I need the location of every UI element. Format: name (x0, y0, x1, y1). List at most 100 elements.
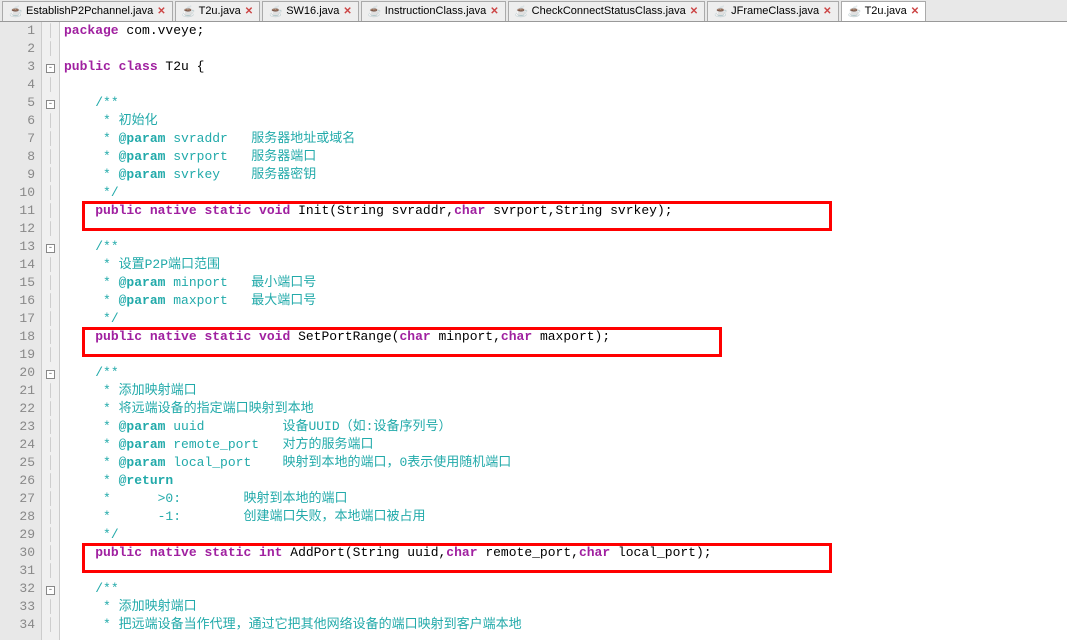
comment: remote_port 对方的服务端口 (165, 437, 373, 452)
fold-toggle-icon[interactable]: - (46, 244, 55, 253)
params: local_port); (610, 545, 711, 560)
line-number: 15 (0, 274, 35, 292)
fold-cell: │ (42, 40, 59, 58)
editor-container: 1234567891011121314151617181920212223242… (0, 22, 1067, 640)
line-number: 23 (0, 418, 35, 436)
comment: * >0: 映射到本地的端口 (95, 491, 347, 506)
method-sig: Init(String svraddr, (290, 203, 454, 218)
line-number: 5 (0, 94, 35, 112)
javadoc-tag: @param (119, 419, 166, 434)
tabs-bar: ☕ EstablishP2Pchannel.java ✕ ☕ T2u.java … (0, 0, 1067, 22)
fold-toggle-icon[interactable]: - (46, 100, 55, 109)
close-icon[interactable]: ✕ (343, 6, 351, 17)
comment: * (95, 437, 118, 452)
tab-label: SW16.java (286, 5, 339, 17)
javadoc-tag: @param (119, 437, 166, 452)
fold-cell: │ (42, 544, 59, 562)
fold-cell: - (42, 580, 59, 598)
keyword-public: public (64, 59, 111, 74)
line-number: 9 (0, 166, 35, 184)
code-area[interactable]: package com.vveye; public class T2u { /*… (60, 22, 1067, 640)
javadoc-tag: @param (119, 275, 166, 290)
line-number: 11 (0, 202, 35, 220)
fold-cell: │ (42, 76, 59, 94)
tab-sw16[interactable]: ☕ SW16.java ✕ (262, 1, 359, 21)
fold-cell: │ (42, 112, 59, 130)
close-icon[interactable]: ✕ (245, 6, 253, 17)
line-number: 12 (0, 220, 35, 238)
params: maxport); (532, 329, 610, 344)
tab-instruction-class[interactable]: ☕ InstructionClass.java ✕ (361, 1, 506, 21)
fold-cell: │ (42, 148, 59, 166)
line-number: 32 (0, 580, 35, 598)
fold-gutter: ││-│-│││││││-││││││-│││││││││││-││ (42, 22, 60, 640)
keyword: int (251, 545, 282, 560)
comment: maxport 最大端口号 (165, 293, 316, 308)
comment: * 添加映射端口 (95, 383, 196, 398)
tab-jframe-class[interactable]: ☕ JFrameClass.java ✕ (707, 1, 838, 21)
comment: svrport 服务器端口 (165, 149, 316, 164)
fold-toggle-icon[interactable]: - (46, 370, 55, 379)
fold-cell: │ (42, 292, 59, 310)
close-icon[interactable]: ✕ (157, 6, 165, 17)
fold-toggle-icon[interactable]: - (46, 64, 55, 73)
java-file-icon: ☕ (368, 4, 382, 18)
keyword: char (501, 329, 532, 344)
keyword: public (95, 203, 142, 218)
line-number: 14 (0, 256, 35, 274)
fold-cell: │ (42, 508, 59, 526)
comment: * (95, 275, 118, 290)
comment: * -1: 创建端口失败，本地端口被占用 (95, 509, 425, 524)
line-number: 27 (0, 490, 35, 508)
package-name: com.vveye; (119, 23, 205, 38)
keyword: static (197, 329, 252, 344)
fold-cell: │ (42, 22, 59, 40)
comment: * 初始化 (95, 113, 157, 128)
tab-check-connect[interactable]: ☕ CheckConnectStatusClass.java ✕ (508, 1, 705, 21)
fold-toggle-icon[interactable]: - (46, 586, 55, 595)
params: minport, (431, 329, 501, 344)
keyword: public (95, 329, 142, 344)
fold-cell: │ (42, 202, 59, 220)
fold-cell: │ (42, 400, 59, 418)
line-number: 21 (0, 382, 35, 400)
close-icon[interactable]: ✕ (823, 6, 831, 17)
tab-t2u-active[interactable]: ☕ T2u.java ✕ (841, 1, 927, 21)
close-icon[interactable]: ✕ (911, 6, 919, 17)
comment: * (95, 131, 118, 146)
fold-cell: │ (42, 184, 59, 202)
keyword: char (579, 545, 610, 560)
line-number: 22 (0, 400, 35, 418)
comment: * (95, 167, 118, 182)
comment: * (95, 293, 118, 308)
javadoc-tag: @param (119, 293, 166, 308)
method-sig: AddPort(String uuid, (282, 545, 446, 560)
class-name: T2u { (158, 59, 205, 74)
line-number: 18 (0, 328, 35, 346)
comment: */ (95, 185, 118, 200)
java-file-icon: ☕ (848, 4, 862, 18)
comment: /** (95, 95, 118, 110)
comment: * 把远端设备当作代理，通过它把其他网络设备的端口映射到客户端本地 (95, 617, 521, 632)
tab-establish-p2p[interactable]: ☕ EstablishP2Pchannel.java ✕ (2, 1, 173, 21)
keyword: char (454, 203, 485, 218)
line-number: 34 (0, 616, 35, 634)
comment: * 将远端设备的指定端口映射到本地 (95, 401, 313, 416)
fold-cell: │ (42, 130, 59, 148)
javadoc-tag: @param (119, 167, 166, 182)
comment: * (95, 149, 118, 164)
line-number: 20 (0, 364, 35, 382)
line-number: 6 (0, 112, 35, 130)
close-icon[interactable]: ✕ (690, 6, 698, 17)
fold-cell: │ (42, 436, 59, 454)
line-number: 13 (0, 238, 35, 256)
line-number: 16 (0, 292, 35, 310)
close-icon[interactable]: ✕ (490, 6, 498, 17)
line-number: 19 (0, 346, 35, 364)
fold-cell: │ (42, 256, 59, 274)
tab-t2u-1[interactable]: ☕ T2u.java ✕ (175, 1, 261, 21)
keyword: void (251, 329, 290, 344)
tab-label: EstablishP2Pchannel.java (26, 5, 153, 17)
line-number: 3 (0, 58, 35, 76)
fold-cell: │ (42, 310, 59, 328)
